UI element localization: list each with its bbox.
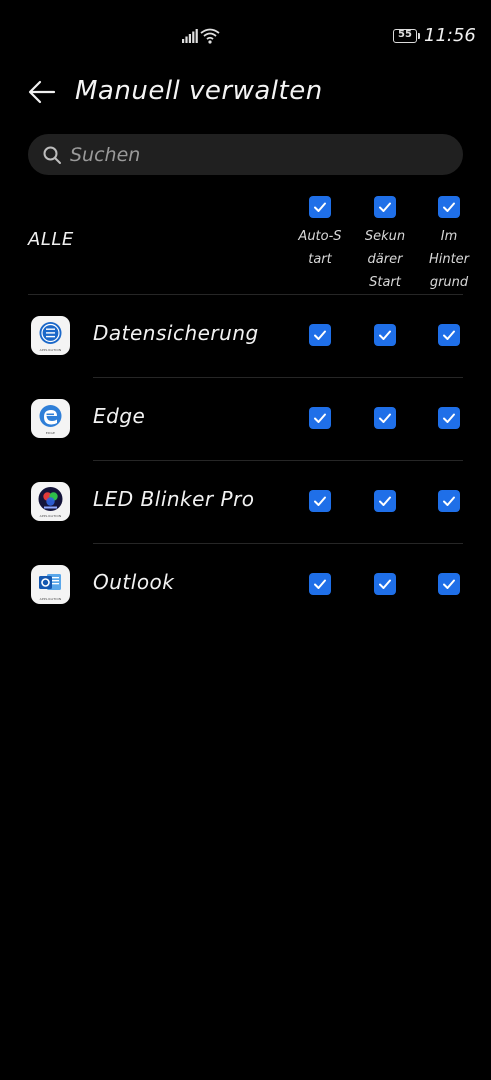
column-header-auto-start: Auto-S tart — [285, 196, 355, 271]
column-label-background: Im Hinter grund — [428, 229, 470, 290]
app-row-outlook[interactable]: APPLICATION Outlook — [0, 544, 491, 626]
background-checkbox[interactable] — [438, 324, 460, 346]
checkmark-icon — [443, 496, 455, 506]
secondary-start-checkbox[interactable] — [374, 573, 396, 595]
battery-icon: 55 — [393, 29, 420, 43]
app-name: Outlook — [93, 570, 175, 594]
checkmark-icon — [443, 413, 455, 423]
secondary-start-checkbox[interactable] — [374, 490, 396, 512]
secondary-start-checkbox[interactable] — [374, 324, 396, 346]
app-row-edge[interactable]: EDGE Edge — [0, 378, 491, 460]
app-icon-caption: APPLICATION — [39, 514, 62, 518]
app-icon-caption: EDGE — [45, 431, 56, 435]
signal-icon — [182, 29, 198, 43]
checkmark-icon — [379, 579, 391, 589]
wifi-icon — [200, 28, 220, 44]
app-name: Datensicherung — [93, 321, 259, 345]
app-row-led-blinker-pro[interactable]: APPLICATION LED Blinker Pro — [0, 461, 491, 543]
led-blinker-app-icon: APPLICATION — [31, 482, 70, 521]
checkmark-icon — [314, 579, 326, 589]
auto-start-checkbox[interactable] — [309, 324, 331, 346]
checkmark-icon — [314, 330, 326, 340]
app-row-datensicherung[interactable]: APPLICATION Datensicherung — [0, 295, 491, 377]
checkmark-icon — [379, 330, 391, 340]
column-header-secondary-start: Sekun därer Start — [350, 196, 420, 294]
column-label-auto-start: Auto-S tart — [298, 229, 342, 267]
app-icon-caption: APPLICATION — [39, 597, 62, 601]
checkmark-icon — [314, 496, 326, 506]
checkmark-icon — [314, 413, 326, 423]
checkmark-icon — [443, 330, 455, 340]
search-bar[interactable] — [28, 134, 463, 175]
status-bar: 55 11:56 — [0, 0, 491, 72]
arrow-left-icon — [28, 80, 56, 104]
background-checkbox[interactable] — [438, 407, 460, 429]
background-checkbox[interactable] — [438, 490, 460, 512]
checkmark-icon — [379, 413, 391, 423]
app-name: Edge — [93, 404, 146, 428]
app-name: LED Blinker Pro — [93, 487, 255, 511]
secondary-start-checkbox[interactable] — [374, 407, 396, 429]
select-all-secondary-start-checkbox[interactable] — [374, 196, 396, 218]
auto-start-checkbox[interactable] — [309, 573, 331, 595]
page-title: Manuell verwalten — [75, 76, 323, 106]
search-icon — [43, 146, 61, 164]
edge-app-icon: EDGE — [31, 399, 70, 438]
checkmark-icon — [443, 202, 455, 212]
background-checkbox[interactable] — [438, 573, 460, 595]
checkmark-icon — [443, 579, 455, 589]
checkmark-icon — [379, 202, 391, 212]
select-all-background-checkbox[interactable] — [438, 196, 460, 218]
datensicherung-app-icon: APPLICATION — [31, 316, 70, 355]
app-icon-caption: APPLICATION — [39, 348, 62, 352]
search-input[interactable] — [70, 134, 450, 175]
battery-level: 55 — [398, 29, 412, 40]
checkmark-icon — [379, 496, 391, 506]
back-button[interactable] — [22, 72, 62, 112]
all-label: ALLE — [28, 229, 74, 250]
select-all-auto-start-checkbox[interactable] — [309, 196, 331, 218]
column-header-background: Im Hinter grund — [414, 196, 484, 294]
auto-start-checkbox[interactable] — [309, 490, 331, 512]
status-time: 11:56 — [424, 25, 476, 46]
checkmark-icon — [314, 202, 326, 212]
column-label-secondary-start: Sekun därer Start — [364, 229, 406, 290]
auto-start-checkbox[interactable] — [309, 407, 331, 429]
outlook-app-icon: APPLICATION — [31, 565, 70, 604]
